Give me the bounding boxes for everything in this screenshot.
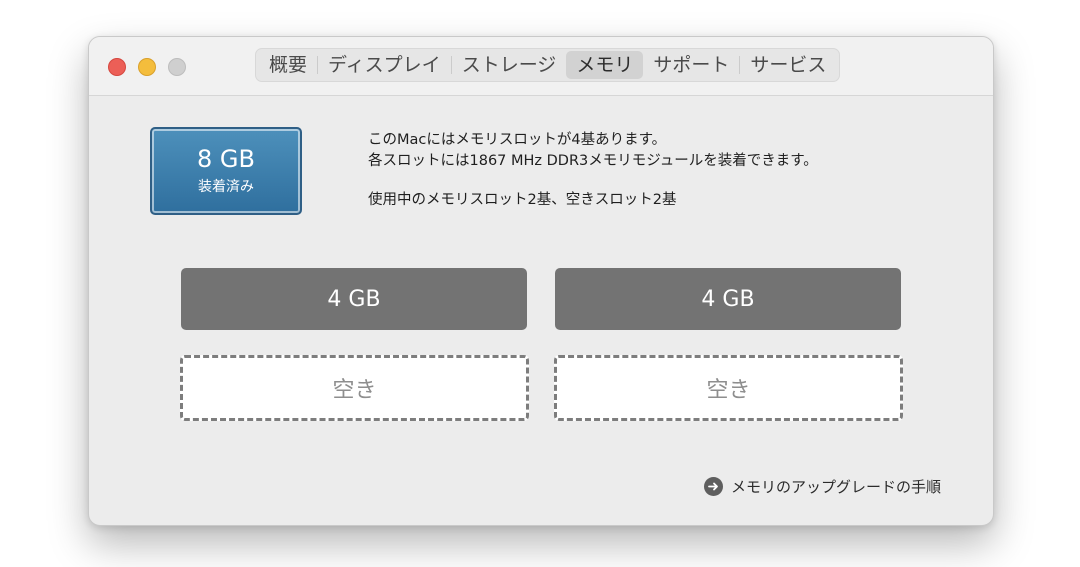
- memory-slot-2: 4 GB: [555, 268, 901, 330]
- tab-storage[interactable]: ストレージ: [452, 51, 567, 79]
- zoom-window-button[interactable]: [168, 58, 186, 76]
- installed-memory-badge: 8 GB 装着済み: [150, 127, 302, 215]
- memory-info-text: このMacにはメモリスロットが4基あります。 各スロットには1867 MHz D…: [368, 130, 818, 211]
- minimize-window-button[interactable]: [138, 58, 156, 76]
- close-window-button[interactable]: [108, 58, 126, 76]
- memory-upgrade-instructions-link[interactable]: メモリのアップグレードの手順: [704, 476, 941, 497]
- about-this-mac-window: 概要 ディスプレイ ストレージ メモリ サポート サービス 8 GB 装着済み …: [88, 36, 994, 526]
- memory-spec-text: 各スロットには1867 MHz DDR3メモリモジュールを装着できます。: [368, 153, 818, 169]
- memory-slot-count-text: このMacにはメモリスロットが4基あります。: [368, 132, 667, 148]
- memory-slot-usage-text: 使用中のメモリスロット2基、空きスロット2基: [368, 192, 677, 208]
- tab-support[interactable]: サポート: [643, 51, 739, 79]
- memory-slot-3: 空き: [180, 355, 529, 421]
- memory-slot-4: 空き: [554, 355, 903, 421]
- arrow-circle-right-icon: [704, 477, 723, 496]
- installed-memory-size: 8 GB: [197, 145, 255, 173]
- title-bar: 概要 ディスプレイ ストレージ メモリ サポート サービス: [89, 37, 993, 96]
- memory-upgrade-link-label: メモリのアップグレードの手順: [731, 478, 942, 496]
- tab-bar: 概要 ディスプレイ ストレージ メモリ サポート サービス: [255, 48, 841, 82]
- tab-service[interactable]: サービス: [740, 51, 836, 79]
- tab-memory[interactable]: メモリ: [566, 51, 644, 79]
- tab-overview[interactable]: 概要: [259, 51, 317, 79]
- installed-memory-caption: 装着済み: [198, 179, 254, 195]
- memory-slot-1: 4 GB: [181, 268, 527, 330]
- tab-displays[interactable]: ディスプレイ: [318, 51, 451, 79]
